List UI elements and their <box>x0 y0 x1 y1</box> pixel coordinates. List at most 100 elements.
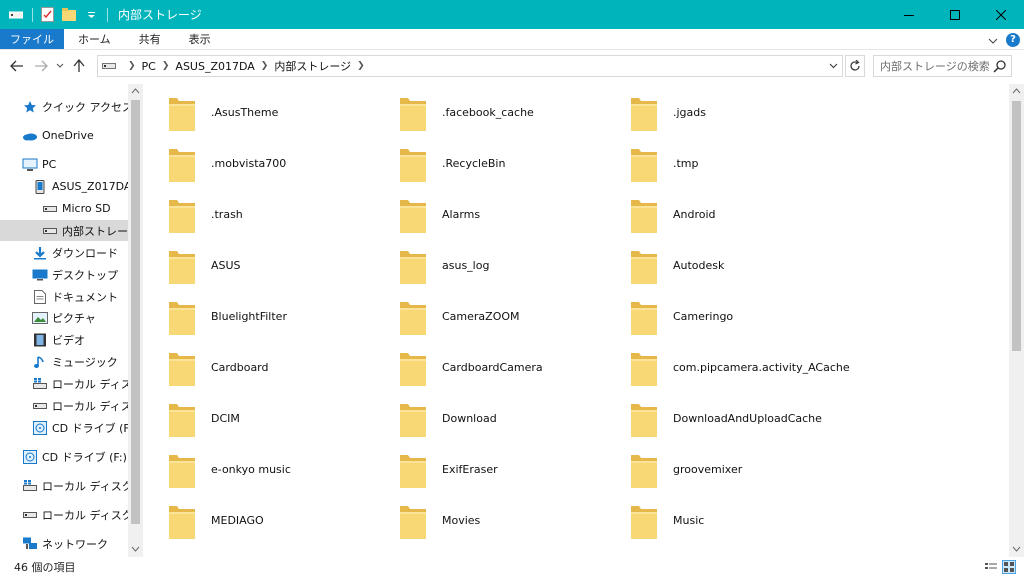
chevron-right-icon[interactable]: ❯ <box>357 61 365 71</box>
nav-item[interactable]: ASUS_Z017DA <box>0 176 128 197</box>
nav-item[interactable]: ネットワーク <box>0 533 128 554</box>
breadcrumb-device[interactable]: ASUS_Z017DA <box>175 60 254 73</box>
tab-home[interactable]: ホーム <box>64 29 125 49</box>
folder-item[interactable] <box>143 546 373 557</box>
folder-name: Music <box>673 514 705 527</box>
scrollbar-thumb[interactable] <box>131 100 140 524</box>
address-bar[interactable]: ❯ PC ❯ ASUS_Z017DA ❯ 内部ストレージ ❯ <box>97 55 843 77</box>
breadcrumb-storage[interactable]: 内部ストレージ <box>274 58 351 74</box>
nav-item-label: 内部ストレージ <box>62 224 128 238</box>
folder-item[interactable]: CameraZOOM <box>374 291 604 341</box>
folder-item[interactable] <box>374 546 604 557</box>
minimize-button[interactable] <box>886 0 932 29</box>
chevron-right-icon[interactable]: ❯ <box>162 61 170 71</box>
folder-item[interactable]: .trash <box>143 189 373 239</box>
nav-item[interactable]: ミュージック <box>0 351 128 372</box>
folder-name: e-onkyo music <box>211 463 291 476</box>
folder-icon <box>631 197 657 236</box>
folder-item[interactable]: Cardboard <box>143 342 373 392</box>
recent-locations-button[interactable] <box>54 55 66 77</box>
maximize-button[interactable] <box>932 0 978 29</box>
nav-item[interactable]: ダウンロード <box>0 242 128 263</box>
nav-item[interactable]: PC <box>0 154 128 175</box>
nav-item-label: CD ドライブ (F:) ASUS <box>52 421 128 435</box>
file-list: .AsusTheme .facebook_cache .jgads .mobvista… <box>143 84 1009 557</box>
folder-item[interactable]: ExifEraser <box>374 444 604 494</box>
folder-name: Movies <box>442 514 481 527</box>
folder-item[interactable]: .RecycleBin <box>374 138 604 188</box>
folder-item[interactable]: Music <box>605 495 835 545</box>
new-folder-icon[interactable] <box>61 7 77 23</box>
folder-icon <box>169 95 195 134</box>
folder-item[interactable]: CardboardCamera <box>374 342 604 392</box>
folder-item[interactable]: Movies <box>374 495 604 545</box>
nav-item-label: ASUS_Z017DA <box>52 180 128 193</box>
scrollbar-thumb[interactable] <box>1012 101 1021 351</box>
folder-item[interactable]: Autodesk <box>605 240 835 290</box>
refresh-button[interactable] <box>845 55 865 77</box>
star-icon <box>22 100 38 114</box>
folder-item[interactable]: Android <box>605 189 835 239</box>
expand-ribbon-icon[interactable] <box>988 33 998 47</box>
folder-item[interactable]: com.pipcamera.activity_ACache <box>605 342 850 392</box>
folder-item[interactable]: .tmp <box>605 138 835 188</box>
nav-item[interactable]: ローカル ディスク (D:) <box>0 504 128 525</box>
nav-item[interactable]: ローカル ディスク (D:) <box>0 395 128 416</box>
title-bar: 内部ストレージ <box>0 0 1024 29</box>
folder-item[interactable]: ASUS <box>143 240 373 290</box>
tab-file[interactable]: ファイル <box>0 29 64 49</box>
breadcrumb-pc[interactable]: PC <box>142 60 156 73</box>
nav-item[interactable]: Micro SD <box>0 198 128 219</box>
large-icons-view-icon[interactable] <box>1002 560 1016 574</box>
folder-item[interactable]: e-onkyo music <box>143 444 373 494</box>
folder-item[interactable]: groovemixer <box>605 444 835 494</box>
folder-item[interactable]: BluelightFilter <box>143 291 373 341</box>
folder-item[interactable]: Alarms <box>374 189 604 239</box>
tab-view[interactable]: 表示 <box>175 29 225 49</box>
folder-name: .tmp <box>673 157 699 170</box>
folder-item[interactable]: DCIM <box>143 393 373 443</box>
address-dropdown-button[interactable] <box>824 56 842 76</box>
chevron-right-icon[interactable]: ❯ <box>261 61 269 71</box>
nav-item[interactable]: OneDrive <box>0 125 128 146</box>
up-button[interactable] <box>68 55 90 77</box>
desktop-icon <box>32 268 48 282</box>
nav-item[interactable]: CD ドライブ (F:) ASUS <box>0 446 128 467</box>
tab-share[interactable]: 共有 <box>125 29 175 49</box>
forward-button[interactable] <box>30 55 52 77</box>
folder-item[interactable]: .AsusTheme <box>143 87 373 137</box>
folder-item[interactable]: .facebook_cache <box>374 87 604 137</box>
drive-icon[interactable] <box>8 7 24 23</box>
nav-item[interactable]: ローカル ディスク (C:) <box>0 373 128 394</box>
folder-item[interactable]: asus_log <box>374 240 604 290</box>
properties-icon[interactable] <box>39 7 55 23</box>
folder-item[interactable]: .mobvista700 <box>143 138 373 188</box>
drive-icon <box>102 59 116 73</box>
help-icon[interactable]: ? <box>1006 32 1020 47</box>
folder-item[interactable]: DownloadAndUploadCache <box>605 393 835 443</box>
close-button[interactable] <box>978 0 1024 29</box>
details-view-icon[interactable] <box>984 560 998 574</box>
nav-item[interactable]: 内部ストレージ <box>0 220 128 241</box>
customize-toolbar-icon[interactable] <box>83 7 99 23</box>
nav-item[interactable]: ドキュメント <box>0 286 128 307</box>
folder-item[interactable]: Download <box>374 393 604 443</box>
folder-item[interactable]: .jgads <box>605 87 835 137</box>
search-input[interactable]: 内部ストレージの検索 <box>873 55 1012 77</box>
nav-item[interactable]: CD ドライブ (F:) ASUS <box>0 417 128 438</box>
navigation-scrollbar[interactable] <box>128 84 143 557</box>
windows-drive-icon <box>32 377 48 391</box>
nav-item[interactable]: ピクチャ <box>0 307 128 328</box>
nav-item[interactable]: クイック アクセス <box>0 96 128 117</box>
content-scrollbar[interactable] <box>1009 84 1024 557</box>
back-button[interactable] <box>6 55 28 77</box>
folder-item[interactable]: Cameringo <box>605 291 835 341</box>
chevron-right-icon[interactable]: ❯ <box>128 61 136 71</box>
folder-item[interactable]: MEDIAGO <box>143 495 373 545</box>
nav-item[interactable]: デスクトップ <box>0 264 128 285</box>
nav-item[interactable]: ビデオ <box>0 329 128 350</box>
nav-item[interactable]: ローカル ディスク (C:) <box>0 475 128 496</box>
search-icon[interactable] <box>993 59 1007 76</box>
folder-item[interactable] <box>605 546 835 557</box>
cloud-icon <box>22 129 38 143</box>
